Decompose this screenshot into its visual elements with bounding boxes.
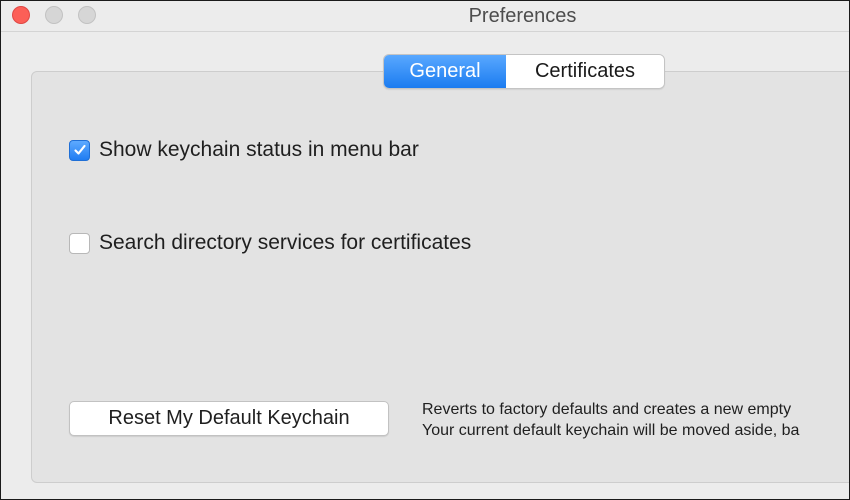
checkmark-icon xyxy=(73,144,86,155)
preferences-window: Preferences General Certificates Show ke… xyxy=(0,0,850,500)
title-bar: Preferences xyxy=(1,1,849,32)
reset-description-line-1: Reverts to factory defaults and creates … xyxy=(422,401,792,418)
tab-general[interactable]: General xyxy=(384,55,506,88)
tab-bar: General Certificates xyxy=(383,54,665,89)
show-keychain-status-checkbox[interactable] xyxy=(69,139,90,161)
option-search-directory-services[interactable]: Search directory services for certificat… xyxy=(69,231,471,255)
search-directory-services-label: Search directory services for certificat… xyxy=(99,231,472,254)
reset-default-keychain-button[interactable]: Reset My Default Keychain xyxy=(69,401,389,436)
reset-description: Reverts to factory defaults and creates … xyxy=(422,399,849,441)
show-keychain-status-label: Show keychain status in menu bar xyxy=(99,138,419,161)
tab-certificates[interactable]: Certificates xyxy=(506,55,664,88)
search-directory-services-checkbox[interactable] xyxy=(69,232,90,254)
reset-description-line-2: Your current default keychain will be mo… xyxy=(422,422,800,439)
window-title: Preferences xyxy=(468,5,577,27)
option-show-keychain-status[interactable]: Show keychain status in menu bar xyxy=(69,138,419,162)
